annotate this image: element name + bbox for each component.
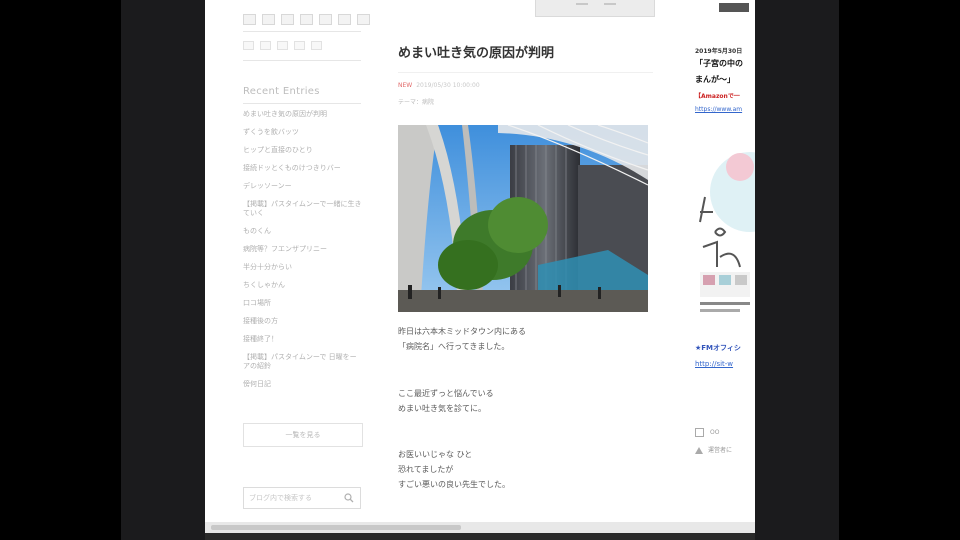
share-icon[interactable] [300, 14, 313, 25]
warning-icon [695, 447, 703, 454]
sidebar-meta-label: 運営者に [708, 447, 733, 454]
blog-page: Recent Entries めまい吐き気の原因が判明 ずくうを飲バッツ ヒップ… [205, 0, 755, 522]
post-paragraph: お医いいじゃな ひと 恐れてましたが すごい悪いの良い先生でした。 [398, 447, 510, 492]
share-icon[interactable] [311, 41, 322, 50]
book-cover-image[interactable] [695, 137, 755, 327]
recent-entry-link[interactable]: 病院等？フエンザプリニー [243, 245, 363, 254]
recent-entry-link[interactable]: 接種終了！ [243, 335, 363, 344]
sidebar-meta-item[interactable]: 運営者に [695, 445, 732, 454]
post-text-line: めまい吐き気を診てに。 [398, 404, 486, 413]
sidebar-divider [243, 60, 361, 61]
share-icon[interactable] [262, 14, 275, 25]
horizontal-scrollbar[interactable] [205, 522, 755, 533]
post-title: めまい吐き気の原因が判明 [398, 46, 555, 61]
sidebar-meta-item[interactable]: OO [695, 428, 719, 437]
post-category-link[interactable]: テーマ：病院 [398, 97, 434, 106]
post-meta: NEW 2019/05/30 10:00:00 [398, 82, 480, 89]
fm-office-label: ★FMオフィシ [695, 344, 741, 352]
view-all-entries-button[interactable]: 一覧を見る [243, 423, 363, 447]
rss-icon [695, 428, 704, 437]
share-icon[interactable] [281, 14, 294, 25]
sidebar-divider [243, 103, 361, 104]
blog-search [243, 487, 361, 509]
post-text-line: ここ最近ずっと悩んでいる [398, 389, 494, 398]
post-paragraph: 昨日は六本木ミッドタウン内にある 「病院名」へ行ってきました。 [398, 324, 526, 354]
recent-entry-link[interactable]: デレッソーンー [243, 182, 363, 191]
share-icon[interactable] [243, 14, 256, 25]
share-icon[interactable] [338, 14, 351, 25]
top-right-button[interactable] [719, 3, 749, 12]
recent-entry-link[interactable]: ちくしゃかん [243, 281, 363, 290]
recent-entry-link[interactable]: 接続ドッとくものけつきりバー [243, 164, 363, 173]
new-badge: NEW [398, 82, 413, 89]
recent-entries-list: めまい吐き気の原因が判明 ずくうを飲バッツ ヒップと直接のひとり 接続ドッとくも… [243, 110, 363, 398]
amazon-link[interactable]: https://www.am [695, 106, 742, 113]
top-toolbar-button[interactable] [535, 0, 655, 17]
post-photo [398, 125, 648, 312]
share-icon[interactable] [260, 41, 271, 50]
sidebar-divider [243, 31, 361, 32]
recent-entry-link[interactable]: ヒップと直接のひとり [243, 146, 363, 155]
post-text-line: 「病院名」へ行ってきました。 [398, 342, 510, 351]
promo-date: 2019年5月30日 [695, 48, 743, 55]
external-link[interactable]: http://sit-w [695, 360, 733, 368]
letterbox-left [0, 0, 121, 540]
recent-entry-link[interactable]: 口コ場所 [243, 299, 363, 308]
window-edge-right [755, 0, 839, 540]
amazon-label: 【Amazonで一 [695, 93, 740, 100]
title-divider [398, 72, 653, 73]
share-icon[interactable] [277, 41, 288, 50]
blog-search-input[interactable] [249, 494, 344, 502]
recent-entry-link[interactable]: 傍何日記 [243, 380, 363, 389]
recent-entry-link[interactable]: めまい吐き気の原因が判明 [243, 110, 363, 119]
share-icon[interactable] [319, 14, 332, 25]
promo-title: 「子宮の中の [695, 59, 743, 68]
window-edge-left [121, 0, 205, 540]
share-icon[interactable] [357, 14, 370, 25]
letterbox-right [839, 0, 960, 540]
recent-entry-link[interactable]: 接種後の方 [243, 317, 363, 326]
scrollbar-thumb[interactable] [211, 525, 461, 530]
recent-entry-link[interactable]: 半分十分からい [243, 263, 363, 272]
post-text-line: お医いいじゃな ひと [398, 450, 473, 459]
recent-entry-link[interactable]: 【掲載】パスタイムンーで 日曜をーアの紹鈴 [243, 353, 363, 371]
recent-entry-link[interactable]: ずくうを飲バッツ [243, 128, 363, 137]
post-date: 2019/05/30 10:00:00 [416, 82, 480, 89]
recent-entry-link[interactable]: ものくん [243, 227, 363, 236]
post-paragraph: ここ最近ずっと悩んでいる めまい吐き気を診てに。 [398, 386, 494, 416]
share-icon[interactable] [243, 41, 254, 50]
sidebar-meta-label: OO [710, 429, 720, 436]
recent-entry-link[interactable]: 【掲載】パスタイムンーで一緒に生きていく [243, 200, 363, 218]
recent-entries-heading: Recent Entries [243, 86, 320, 97]
share-icons-row-2 [243, 41, 322, 50]
post-text-line: すごい悪いの良い先生でした。 [398, 480, 510, 489]
post-text-line: 恐れてましたが [398, 465, 454, 474]
promo-title: まんが〜」 [695, 75, 735, 84]
search-icon[interactable] [344, 493, 354, 503]
share-icons-row [243, 14, 370, 25]
post-text-line: 昨日は六本木ミッドタウン内にある [398, 327, 526, 336]
taskbar-strip [205, 533, 755, 540]
share-icon[interactable] [294, 41, 305, 50]
